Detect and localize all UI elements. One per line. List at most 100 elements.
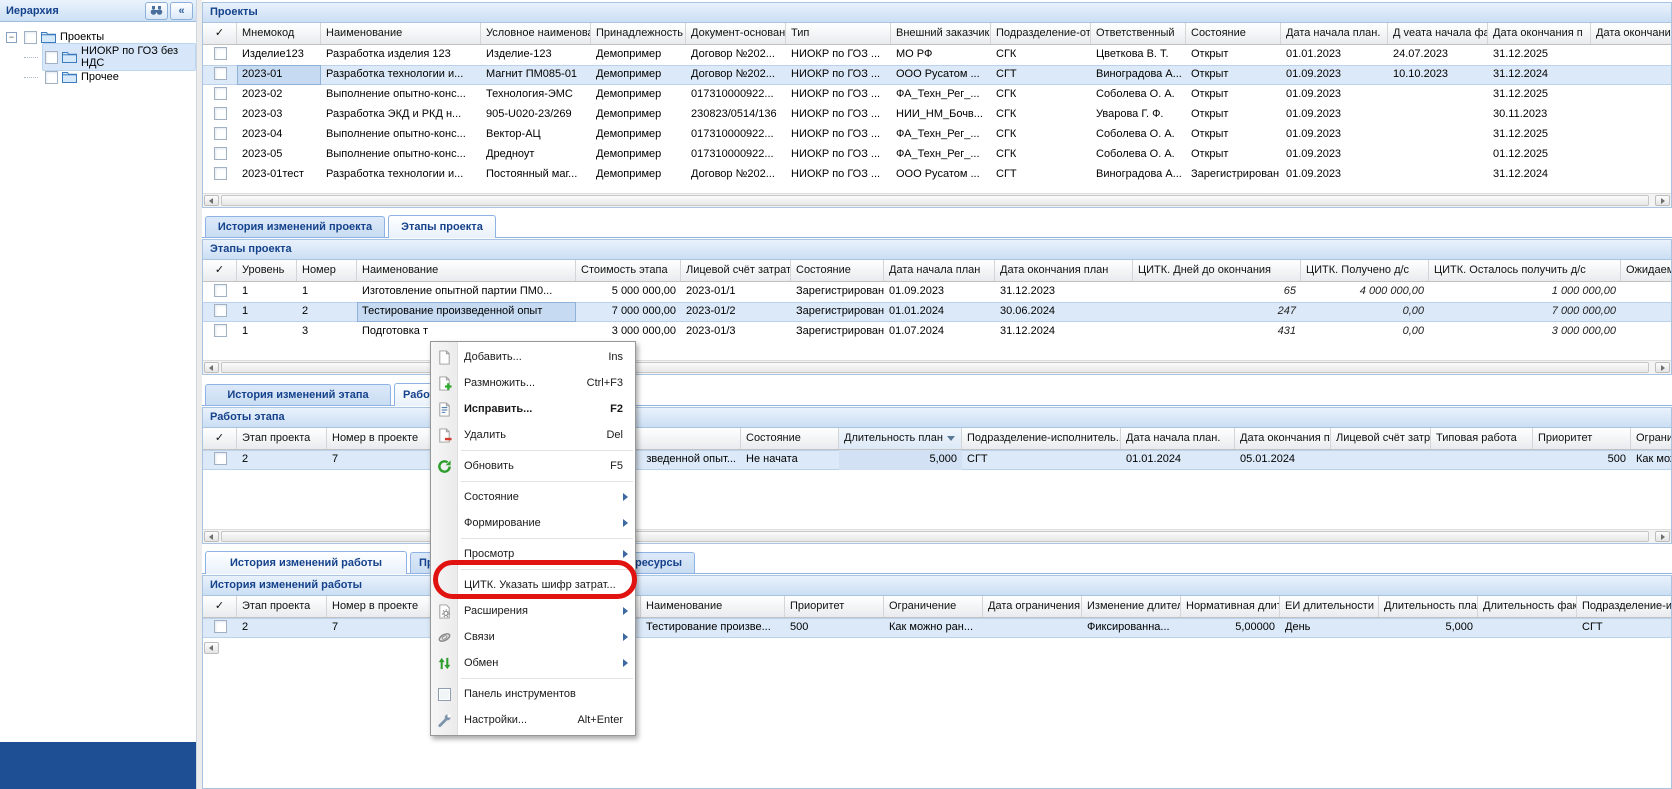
menu-item-Настройки...[interactable]: Настройки...Alt+Enter — [431, 707, 635, 733]
row-checkbox[interactable] — [214, 147, 227, 160]
column-header-✓[interactable]: ✓ — [203, 428, 237, 449]
column-header-Подразделение-от[interactable]: Подразделение-от — [991, 23, 1091, 44]
tab-История изменений проекта[interactable]: История изменений проекта — [205, 216, 385, 237]
column-header-Дата начала план.[interactable]: Дата начала план. — [1121, 428, 1235, 449]
row-checkbox[interactable] — [214, 67, 227, 80]
column-header-Наименование[interactable]: Наименование — [641, 596, 785, 617]
table-row[interactable]: 2023-04Выполнение опытно-конс...Вектор-А… — [203, 125, 1671, 145]
scroll-left-icon[interactable] — [204, 362, 219, 373]
column-header-Этап проекта[interactable]: Этап проекта — [237, 596, 327, 617]
column-header-Дата начала план[interactable]: Дата начала план — [884, 260, 995, 281]
column-header-Приоритет[interactable]: Приоритет — [1533, 428, 1631, 449]
row-checkbox[interactable] — [214, 47, 227, 60]
row-checkbox[interactable] — [214, 127, 227, 140]
table-row[interactable]: 27Тестирование произве...500Как можно ра… — [203, 618, 1671, 638]
menu-item-Обмен[interactable]: Обмен — [431, 650, 635, 676]
tree-node-label[interactable]: Проекты — [60, 31, 104, 43]
column-header-Дата окончания п[interactable]: Дата окончания п — [1488, 23, 1591, 44]
collapse-sidebar-button[interactable]: « — [170, 2, 193, 20]
menu-item-Размножить...[interactable]: Размножить...Ctrl+F3 — [431, 370, 635, 396]
tree-node-content[interactable]: Прочее — [42, 69, 124, 86]
search-binoculars-button[interactable] — [145, 2, 168, 20]
column-header-Лицевой счёт затрат.[interactable]: Лицевой счёт затрат. — [681, 260, 791, 281]
column-header-Дата окончания[interactable]: Дата окончания — [1591, 23, 1671, 44]
column-header-Нормативная длит[interactable]: Нормативная длит — [1181, 596, 1280, 617]
column-header-Уровень[interactable]: Уровень — [237, 260, 297, 281]
menu-item-Обновить[interactable]: ОбновитьF5 — [431, 453, 635, 479]
column-header-Подразделение-и[interactable]: Подразделение-и — [1577, 596, 1671, 617]
column-header-Этап проекта[interactable]: Этап проекта — [237, 428, 327, 449]
column-header-Ограничение[interactable]: Ограничение — [884, 596, 983, 617]
row-checkbox[interactable] — [214, 107, 227, 120]
column-header-Документ-основан[interactable]: Документ-основан — [686, 23, 786, 44]
menu-item-Связи[interactable]: Связи — [431, 624, 635, 650]
menu-item-Панель инструментов[interactable]: Панель инструментов — [431, 681, 635, 707]
column-header-Номер в проекте[interactable]: Номер в проекте — [327, 428, 437, 449]
table-row[interactable]: 2023-01тестРазработка технологии и...Пос… — [203, 165, 1671, 185]
horizontal-scrollbar[interactable] — [203, 529, 1671, 543]
column-header-Д veата начала факт.[interactable]: Д veата начала факт. — [1388, 23, 1488, 44]
menu-item-Формирование[interactable]: Формирование — [431, 510, 635, 536]
column-header-Приоритет[interactable]: Приоритет — [785, 596, 884, 617]
column-header-Номер в проекте[interactable]: Номер в проекте — [327, 596, 437, 617]
column-header-Наименование[interactable]: Наименование — [321, 23, 481, 44]
column-header-Состояние[interactable]: Состояние — [741, 428, 839, 449]
table-row[interactable]: 2023-02Выполнение опытно-конс...Технолог… — [203, 85, 1671, 105]
scroll-right-icon[interactable] — [1655, 362, 1670, 373]
menu-item-Удалить[interactable]: УдалитьDel — [431, 422, 635, 448]
column-header-Длительность план[interactable]: Длительность план — [839, 428, 962, 449]
tab-История изменений работы[interactable]: История изменений работы — [205, 551, 407, 574]
tree-checkbox[interactable] — [45, 51, 58, 64]
column-header-Дата окончания план[interactable]: Дата окончания план — [1235, 428, 1331, 449]
tree-checkbox[interactable] — [24, 31, 37, 44]
scroll-right-icon[interactable] — [1655, 195, 1670, 206]
column-header-Подразделение-исполнитель..[interactable]: Подразделение-исполнитель.. — [962, 428, 1121, 449]
column-header-✓[interactable]: ✓ — [203, 596, 237, 617]
table-row[interactable]: Изделие123Разработка изделия 123Изделие-… — [203, 45, 1671, 65]
table-row[interactable]: 12Тестирование произведенной опыт7 000 0… — [203, 302, 1671, 322]
column-header-Внешний заказчик[interactable]: Внешний заказчик — [891, 23, 991, 44]
column-header-Ответственный[interactable]: Ответственный — [1091, 23, 1186, 44]
tree-node-label[interactable]: НИОКР по ГОЗ без НДС — [81, 45, 191, 69]
column-header-Ожидаемь[interactable]: Ожидаемь — [1621, 260, 1671, 281]
horizontal-scrollbar[interactable] — [203, 193, 1671, 207]
row-checkbox[interactable] — [214, 87, 227, 100]
scroll-left-icon[interactable] — [204, 642, 219, 654]
scrollbar-thumb[interactable] — [221, 195, 1649, 206]
horizontal-scrollbar[interactable] — [203, 360, 1671, 374]
row-checkbox[interactable] — [214, 304, 227, 317]
column-header-Наименование[interactable]: Наименование — [357, 260, 576, 281]
table-row[interactable]: 2023-05Выполнение опытно-конс...Дредноут… — [203, 145, 1671, 165]
column-header-✓[interactable]: ✓ — [203, 23, 237, 44]
column-header-Дата ограничения[interactable]: Дата ограничения — [983, 596, 1082, 617]
column-header-Дата начала план.[interactable]: Дата начала план. — [1281, 23, 1388, 44]
row-checkbox[interactable] — [214, 284, 227, 297]
menu-item-Состояние[interactable]: Состояние — [431, 484, 635, 510]
tree-checkbox[interactable] — [45, 71, 58, 84]
column-header-Стоимость этапа[interactable]: Стоимость этапа — [576, 260, 681, 281]
table-row[interactable]: 2023-03Разработка ЭКД и РКД н...905-U020… — [203, 105, 1671, 125]
menu-item-Добавить...[interactable]: Добавить...Ins — [431, 344, 635, 370]
table-row[interactable]: 13Подготовка т3 000 000,002023-01/3Зарег… — [203, 322, 1671, 342]
column-header-Типовая работа[interactable]: Типовая работа — [1431, 428, 1533, 449]
scroll-right-icon[interactable] — [1655, 531, 1670, 542]
row-checkbox[interactable] — [214, 167, 227, 180]
row-checkbox[interactable] — [214, 620, 227, 633]
tab-История изменений этапа[interactable]: История изменений этапа — [205, 384, 391, 405]
scroll-left-icon[interactable] — [204, 531, 219, 542]
column-header-Ограниче[interactable]: Ограниче — [1631, 428, 1671, 449]
column-header-Тип[interactable]: Тип — [786, 23, 891, 44]
column-header-ЦИТК. Дней до окончания[interactable]: ЦИТК. Дней до окончания — [1133, 260, 1301, 281]
tree-node-content[interactable]: НИОКР по ГОЗ без НДС — [42, 43, 196, 71]
column-header-ЕИ длительности[interactable]: ЕИ длительности — [1280, 596, 1379, 617]
scroll-left-icon[interactable] — [204, 195, 219, 206]
menu-item-Расширения[interactable]: Расширения — [431, 598, 635, 624]
table-row[interactable]: 27зведенной опыт...Не начата5,000СГТ01.0… — [203, 450, 1671, 470]
column-header-Длительность фак[interactable]: Длительность фак — [1478, 596, 1577, 617]
column-header-Принадлежность[interactable]: Принадлежность — [591, 23, 686, 44]
row-checkbox[interactable] — [214, 324, 227, 337]
tree-node-НИОКР по ГОЗ без НДС[interactable]: НИОКР по ГОЗ без НДС — [0, 47, 196, 67]
column-header-Состояние[interactable]: Состояние — [1186, 23, 1281, 44]
column-header-Номер[interactable]: Номер — [297, 260, 357, 281]
column-header-Изменение длител[interactable]: Изменение длител — [1082, 596, 1181, 617]
